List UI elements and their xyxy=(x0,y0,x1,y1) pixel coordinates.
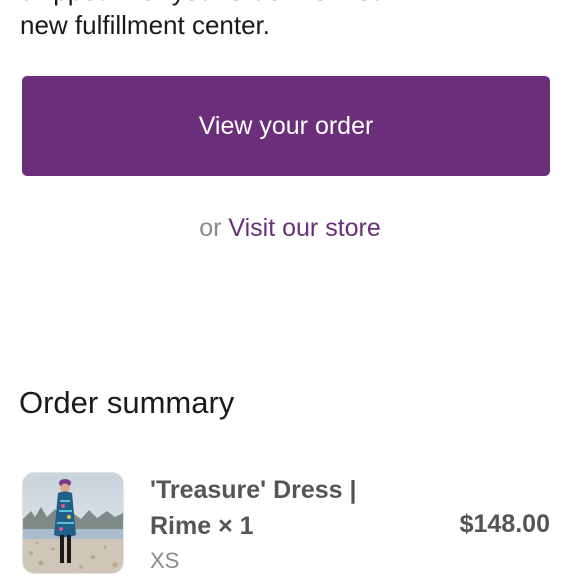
order-line-item: 'Treasure' Dress | Rime × 1 XS $148.00 xyxy=(22,472,558,580)
product-price: $148.00 xyxy=(459,510,550,538)
product-thumbnail xyxy=(22,472,124,574)
product-name-block: 'Treasure' Dress | Rime × 1 xyxy=(150,472,410,544)
view-order-button[interactable]: View your order xyxy=(22,76,550,176)
or-text: or xyxy=(199,214,222,242)
order-summary-title: Order summary xyxy=(19,385,235,420)
visit-store-row: or Visit our store xyxy=(0,210,580,246)
intro-line-partial: shipped with your order from our xyxy=(20,0,560,8)
product-variant: XS xyxy=(150,548,180,573)
product-image xyxy=(23,473,123,573)
intro-text: shipped with your order from our new ful… xyxy=(20,0,560,42)
intro-line-last: new fulfillment center. xyxy=(20,10,271,40)
product-quantity: × 1 xyxy=(218,512,254,540)
order-confirmation-page: shipped with your order from our new ful… xyxy=(0,0,580,580)
visit-store-link[interactable]: Visit our store xyxy=(228,214,380,242)
